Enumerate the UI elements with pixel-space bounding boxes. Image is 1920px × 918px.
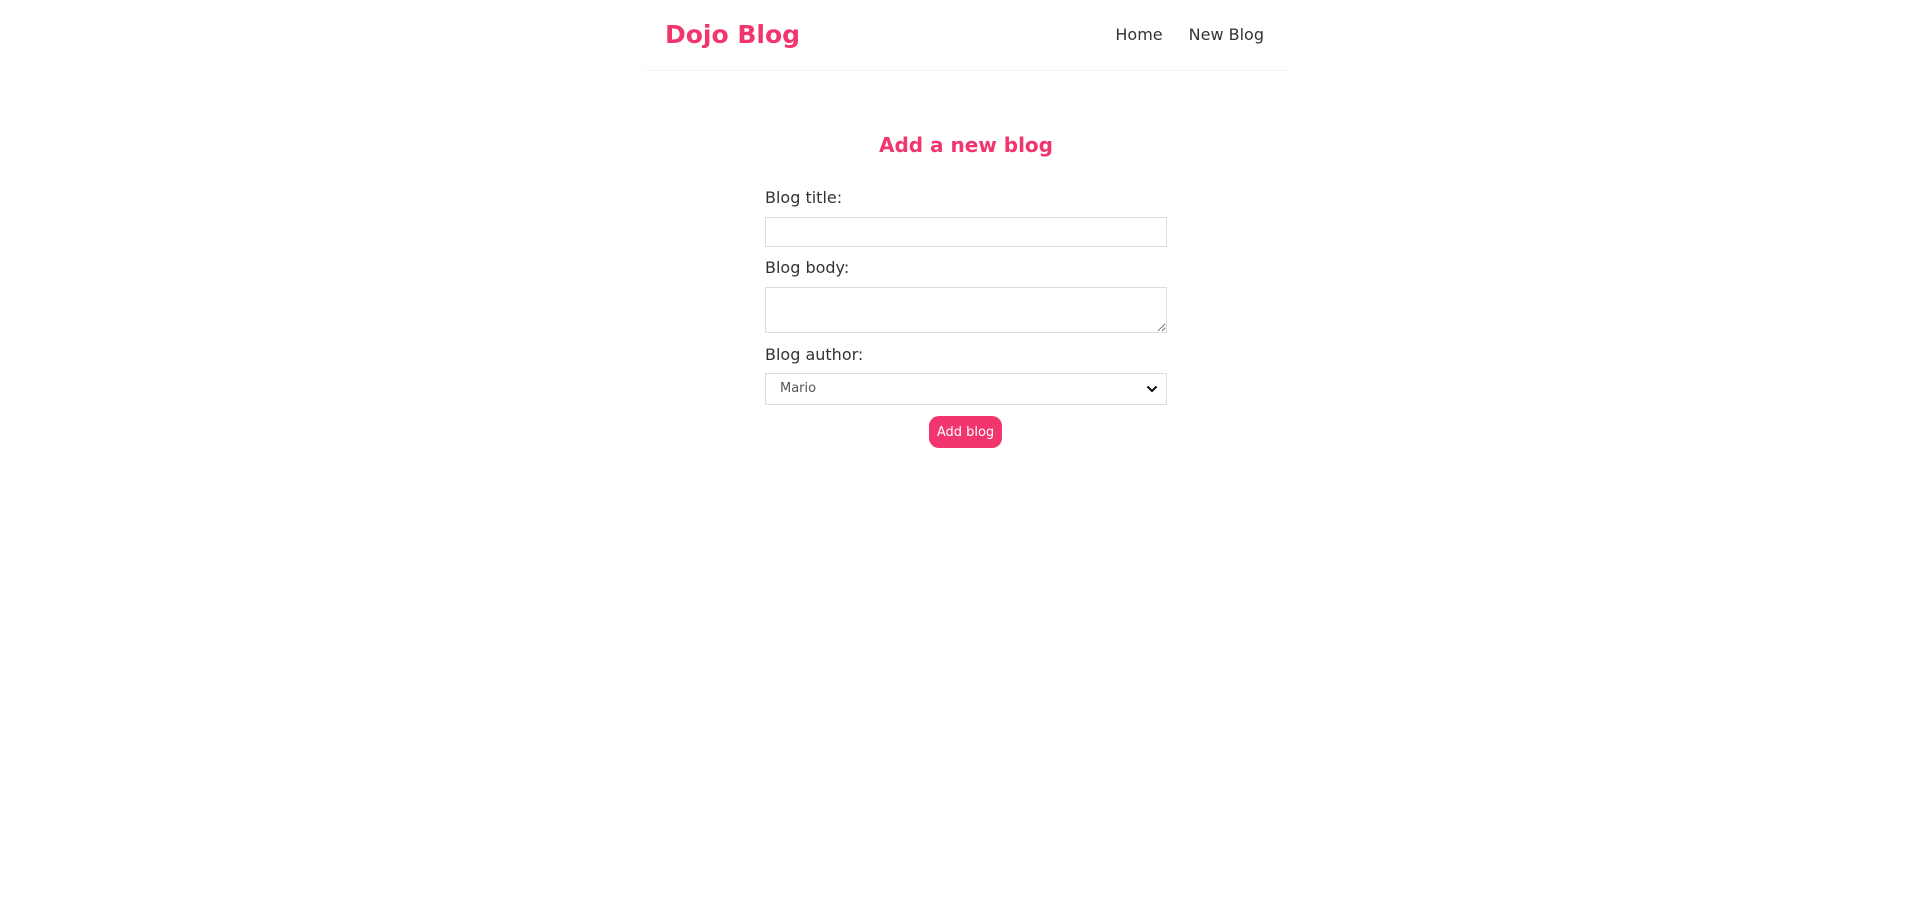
navbar: Dojo Blog Home New Blog	[645, 0, 1290, 71]
chevron-down-icon	[1147, 386, 1157, 392]
blog-title-input[interactable]	[765, 217, 1167, 247]
blog-title-label: Blog title:	[765, 188, 843, 207]
blog-author-label: Blog author:	[765, 345, 864, 364]
add-blog-button[interactable]: Add blog	[929, 416, 1002, 448]
brand-title: Dojo Blog	[665, 20, 801, 49]
nav-link-new-blog[interactable]: New Blog	[1189, 24, 1264, 46]
blog-author-select[interactable]: Mario	[765, 373, 1167, 405]
nav-links: Home New Blog	[1115, 24, 1264, 46]
blog-author-selected-value: Mario	[780, 381, 817, 396]
nav-link-home[interactable]: Home	[1115, 24, 1162, 46]
blog-body-label: Blog body:	[765, 258, 850, 277]
page-title: Add a new blog	[878, 133, 1053, 157]
blog-body-textarea[interactable]	[765, 287, 1167, 333]
